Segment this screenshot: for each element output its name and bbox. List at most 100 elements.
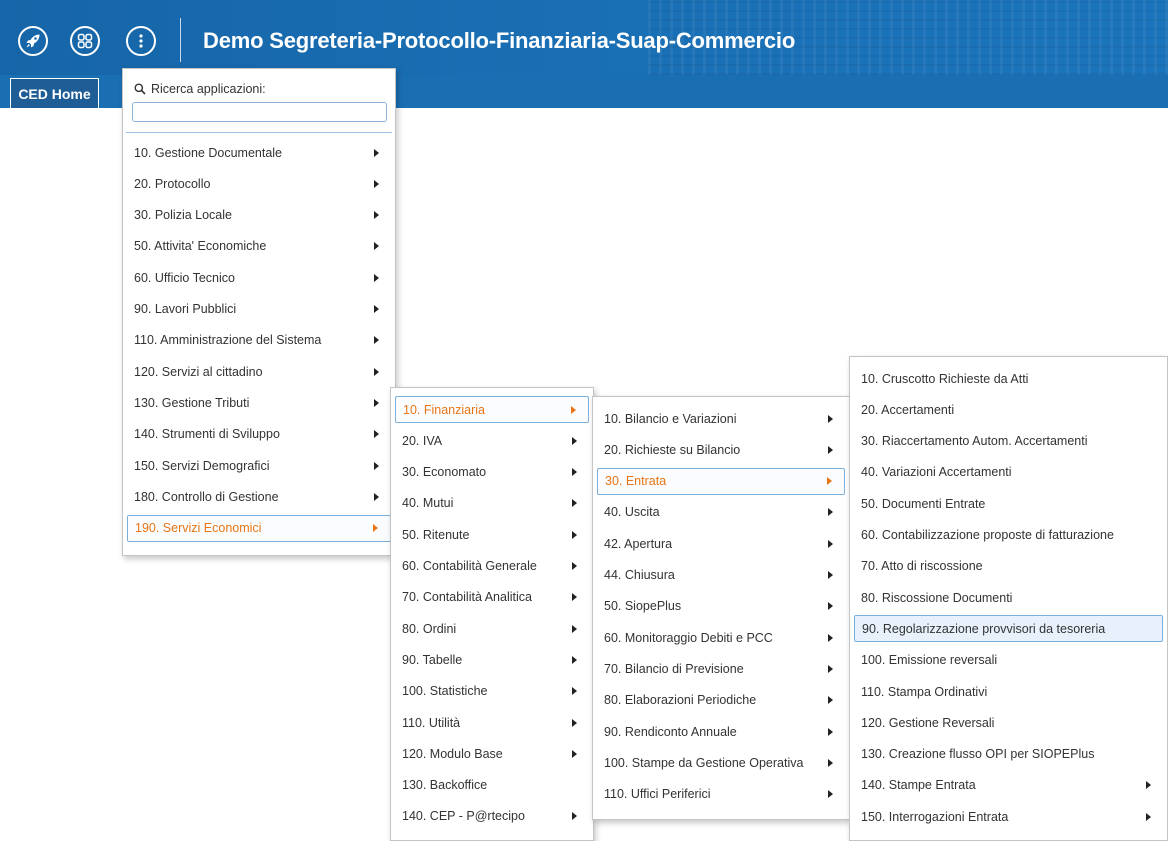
- menu-item[interactable]: 150. Servizi Demografici: [127, 452, 391, 479]
- menu-item[interactable]: 110. Utilità: [395, 709, 589, 736]
- menu-item-label: 90. Rendiconto Annuale: [604, 724, 737, 739]
- apps-button[interactable]: [70, 26, 100, 56]
- menu-item-label: 50. Ritenute: [402, 527, 470, 542]
- menu-item-label: 30. Riaccertamento Autom. Accertamenti: [861, 434, 1088, 449]
- menu-item[interactable]: 42. Apertura: [597, 530, 845, 557]
- menu-item-label: 130. Creazione flusso OPI per SIOPEPlus: [861, 747, 1095, 762]
- submenu-arrow-icon: [828, 539, 833, 548]
- submenu-arrow-icon: [828, 696, 833, 705]
- menu-item[interactable]: 60. Contabilità Generale: [395, 553, 589, 580]
- menu-item-label: 110. Amministrazione del Sistema: [134, 333, 322, 348]
- menu-item[interactable]: 50. Ritenute: [395, 521, 589, 548]
- menu-item[interactable]: 40. Uscita: [597, 499, 845, 526]
- menu-item-label: 20. Protocollo: [134, 176, 211, 191]
- menu-item[interactable]: 140. CEP - P@rtecipo: [395, 803, 589, 830]
- menu-item[interactable]: 20. Protocollo: [127, 170, 391, 197]
- menu-item[interactable]: 100. Stampe da Gestione Operativa: [597, 749, 845, 776]
- menu-item-label: 60. Ufficio Tecnico: [134, 270, 235, 285]
- menu-item-label: 100. Stampe da Gestione Operativa: [604, 755, 804, 770]
- search-label: Ricerca applicazioni:: [134, 82, 266, 96]
- submenu-arrow-icon: [374, 398, 379, 407]
- menu-item[interactable]: 100. Emissione reversali: [854, 647, 1163, 674]
- menu-item[interactable]: 90. Rendiconto Annuale: [597, 718, 845, 745]
- menu-item-label: 110. Uffici Periferici: [604, 787, 711, 802]
- menu-item[interactable]: 10. Bilancio e Variazioni: [597, 405, 845, 432]
- menu-item[interactable]: 100. Statistiche: [395, 678, 589, 705]
- menu-item[interactable]: 190. Servizi Economici: [127, 514, 391, 542]
- menu-item[interactable]: 60. Monitoraggio Debiti e PCC: [597, 624, 845, 651]
- submenu-arrow-icon: [828, 602, 833, 611]
- menu-item[interactable]: 110. Amministrazione del Sistema: [127, 327, 391, 354]
- submenu-arrow-icon: [572, 655, 577, 664]
- menu-item[interactable]: 70. Atto di riscossione: [854, 553, 1163, 580]
- menu-item-label: 44. Chiusura: [604, 568, 675, 582]
- menu-item-label: 10. Finanziaria: [403, 402, 485, 417]
- menu-item-label: 150. Servizi Demografici: [134, 458, 270, 473]
- menu-item-label: 70. Bilancio di Previsione: [604, 661, 744, 676]
- menu-item-label: 70. Contabilità Analitica: [402, 590, 532, 605]
- menu-item[interactable]: 30. Polizia Locale: [127, 202, 391, 229]
- menu-item[interactable]: 50. Attivita' Economiche: [127, 233, 391, 260]
- menu-item-label: 20. Richieste su Bilancio: [604, 442, 741, 457]
- menu-item[interactable]: 120. Modulo Base: [395, 740, 589, 767]
- menu-item[interactable]: 80. Riscossione Documenti: [854, 584, 1163, 611]
- more-options-button[interactable]: [126, 26, 156, 56]
- search-applications-input[interactable]: [132, 102, 387, 122]
- menu-item-label: 70. Atto di riscossione: [861, 559, 983, 574]
- submenu-arrow-icon: [374, 461, 379, 470]
- menu-item[interactable]: 30. Entrata: [597, 467, 845, 495]
- menu-item[interactable]: 80. Elaborazioni Periodiche: [597, 687, 845, 714]
- tab-ced-home[interactable]: CED Home: [10, 78, 99, 108]
- submenu-arrow-icon: [1146, 781, 1151, 790]
- menu-item[interactable]: 30. Economato: [395, 459, 589, 486]
- menu-item-label: 30. Economato: [402, 465, 487, 480]
- menu-item[interactable]: 150. Interrogazioni Entrata: [854, 803, 1163, 830]
- header-separator: [180, 18, 181, 62]
- menu-item[interactable]: 90. Regolarizzazione provvisori da tesor…: [854, 615, 1163, 643]
- menu-item[interactable]: 10. Cruscotto Richieste da Atti: [854, 365, 1163, 392]
- submenu-arrow-icon: [828, 571, 833, 579]
- menu-item[interactable]: 90. Tabelle: [395, 646, 589, 673]
- menu-item[interactable]: 10. Gestione Documentale: [127, 139, 391, 166]
- menu-item[interactable]: 70. Contabilità Analitica: [395, 584, 589, 611]
- menu-item[interactable]: 50. Documenti Entrate: [854, 490, 1163, 517]
- menu-item-label: 100. Statistiche: [402, 684, 488, 699]
- submenu-arrow-icon: [572, 562, 577, 570]
- menu-item[interactable]: 180. Controllo di Gestione: [127, 483, 391, 510]
- menu-item[interactable]: 50. SiopePlus: [597, 593, 845, 620]
- menu-item[interactable]: 120. Servizi al cittadino: [127, 358, 391, 385]
- menu-item[interactable]: 20. Richieste su Bilancio: [597, 436, 845, 463]
- menu-item-label: 50. Documenti Entrate: [861, 496, 986, 511]
- menu-item-label: 120. Servizi al cittadino: [134, 364, 263, 379]
- submenu-arrow-icon: [373, 524, 378, 533]
- menu-item[interactable]: 30. Riaccertamento Autom. Accertamenti: [854, 428, 1163, 455]
- menu-item[interactable]: 140. Stampe Entrata: [854, 772, 1163, 799]
- menu-item[interactable]: 20. Accertamenti: [854, 396, 1163, 423]
- menu-item[interactable]: 140. Strumenti di Sviluppo: [127, 421, 391, 448]
- menu-item[interactable]: 60. Contabilizzazione proposte di fattur…: [854, 522, 1163, 549]
- rocket-icon: [26, 34, 40, 48]
- menu-item[interactable]: 44. Chiusura: [597, 562, 845, 589]
- submenu-arrow-icon: [572, 530, 577, 539]
- menu-item[interactable]: 60. Ufficio Tecnico: [127, 264, 391, 291]
- menu-item-label: 30. Polizia Locale: [134, 208, 232, 223]
- menu-item[interactable]: 130. Gestione Tributi: [127, 389, 391, 416]
- menu-item[interactable]: 70. Bilancio di Previsione: [597, 655, 845, 682]
- entrata-submenu: 10. Cruscotto Richieste da Atti 20. Accer…: [849, 356, 1168, 841]
- menu-item[interactable]: 110. Uffici Periferici: [597, 781, 845, 808]
- menu-item[interactable]: 90. Lavori Pubblici: [127, 296, 391, 323]
- submenu-arrow-icon: [828, 508, 833, 517]
- submenu-arrow-icon: [374, 211, 379, 220]
- menu-item-label: 10. Bilancio e Variazioni: [604, 411, 737, 426]
- menu-item[interactable]: 130. Creazione flusso OPI per SIOPEPlus: [854, 741, 1163, 768]
- launcher-button[interactable]: [18, 26, 48, 56]
- menu-item[interactable]: 40. Variazioni Accertamenti: [854, 459, 1163, 486]
- menu-item-label: 110. Stampa Ordinativi: [861, 684, 988, 699]
- menu-item[interactable]: 80. Ordini: [395, 615, 589, 642]
- menu-item[interactable]: 120. Gestione Reversali: [854, 709, 1163, 736]
- menu-item[interactable]: 40. Mutui: [395, 490, 589, 517]
- menu-item[interactable]: 10. Finanziaria: [395, 396, 589, 423]
- menu-item[interactable]: 110. Stampa Ordinativi: [854, 678, 1163, 705]
- menu-item[interactable]: 20. IVA: [395, 427, 589, 454]
- menu-item[interactable]: 130. Backoffice: [395, 772, 589, 799]
